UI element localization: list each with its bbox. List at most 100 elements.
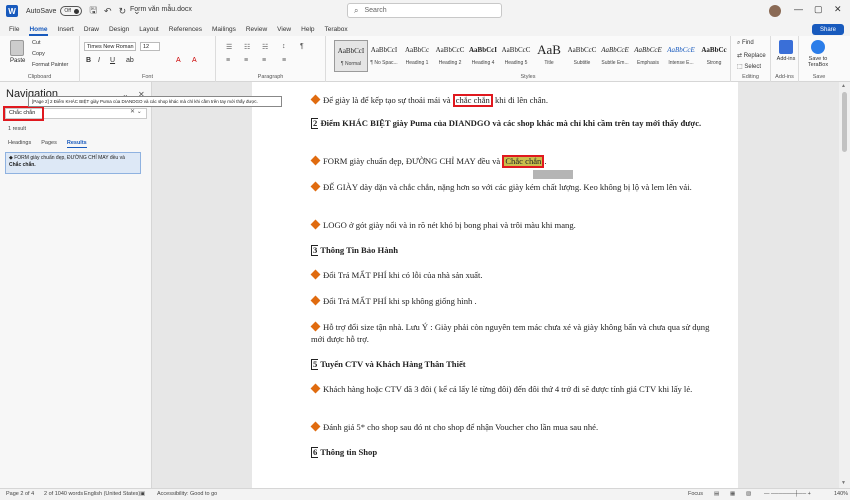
style-normal[interactable]: AaBbCcI ¶ Normal xyxy=(334,40,368,72)
tab-view[interactable]: View xyxy=(272,26,296,36)
tab-pages[interactable]: Pages xyxy=(41,140,57,148)
tab-review[interactable]: Review xyxy=(241,26,272,36)
minimize-icon[interactable]: — xyxy=(794,4,803,14)
autosave-toggle[interactable]: Off xyxy=(60,6,83,16)
font-color-button[interactable]: A xyxy=(176,57,181,64)
style-heading-5[interactable]: AaBbCcC Heading 5 xyxy=(499,40,533,72)
scrollbar-thumb[interactable] xyxy=(842,92,847,152)
multilevel-list-icon[interactable]: ☵ xyxy=(262,43,268,51)
word-count[interactable]: 2 of 1040 words xyxy=(44,491,83,497)
scroll-down-icon[interactable]: ▼ xyxy=(841,480,846,486)
redo-icon[interactable]: ↻ xyxy=(119,6,127,17)
tab-headings[interactable]: Headings xyxy=(8,140,31,148)
doc-paragraph: Hỗ trợ đổi size tận nhà. Lưu Ý : Giày ph… xyxy=(310,321,721,345)
editing-group-label: Editing xyxy=(742,74,759,80)
read-mode-icon[interactable]: ▤ xyxy=(714,491,719,497)
format-painter-button[interactable]: Format Painter xyxy=(32,62,68,68)
text-run: FORM giày chuẩn đẹp, ĐƯỜNG CHỈ MAY đều v… xyxy=(323,156,503,166)
find-button[interactable]: ⌕ Find xyxy=(737,40,754,47)
search-result-item[interactable]: ◆ FORM giày chuẩn đẹp, ĐƯỜNG CHỈ MAY đều… xyxy=(5,152,141,174)
style-strong[interactable]: AaBbCc Strong xyxy=(697,40,731,72)
numbering-icon[interactable]: ☷ xyxy=(244,43,250,51)
align-center-icon[interactable]: ≡ xyxy=(244,57,248,64)
tab-results[interactable]: Results xyxy=(66,140,87,148)
font-size-select[interactable]: 12 xyxy=(140,42,160,51)
zoom-level[interactable]: 140% xyxy=(834,491,848,497)
select-button[interactable]: ⬚ Select xyxy=(737,63,761,70)
style-heading-1[interactable]: AaBbCc Heading 1 xyxy=(400,40,434,72)
addins-button[interactable]: Add-ins xyxy=(771,40,801,62)
font-name-select[interactable]: Times New Roman xyxy=(84,42,136,51)
clear-search-icon[interactable]: ✕ ⌄ xyxy=(130,108,142,115)
proofing-icon[interactable]: ▣ xyxy=(140,491,145,497)
title-bar: W AutoSave Off 🖫 ↶ ↻ ⌄ Form văn mẫu.docx… xyxy=(0,0,850,22)
text-run: . xyxy=(544,156,547,166)
heading-text: Thông tin Shop xyxy=(318,447,378,457)
tab-layout[interactable]: Layout xyxy=(134,26,164,36)
web-layout-icon[interactable]: ▧ xyxy=(746,491,751,497)
show-marks-icon[interactable]: ¶ xyxy=(300,43,304,50)
doc-paragraph: Đánh giá 5* cho shop sau đó nt cho shop … xyxy=(310,421,721,433)
tab-design[interactable]: Design xyxy=(104,26,134,36)
zoom-slider[interactable]: — ──────┼── + xyxy=(764,491,811,497)
style-heading-4[interactable]: AaBbCcI Heading 4 xyxy=(466,40,500,72)
search-match-box: chắc chắn xyxy=(452,94,493,107)
paste-button[interactable]: Paste xyxy=(10,58,25,64)
undo-icon[interactable]: ↶ xyxy=(104,6,112,17)
style-subtle-emphasis[interactable]: AaBbCcE Subtle Em... xyxy=(598,40,632,72)
accessibility-status[interactable]: Accessibility: Good to go xyxy=(157,491,217,497)
text-run: Đổi Trả MẤT PHÍ khi sp không giống hình … xyxy=(323,296,477,306)
ribbon: Paste Cut Copy Format Painter Clipboard … xyxy=(0,36,850,82)
sort-icon[interactable]: ↕ xyxy=(282,43,286,50)
copy-button[interactable]: Copy xyxy=(32,51,45,57)
close-icon[interactable]: ✕ xyxy=(834,4,842,15)
print-layout-icon[interactable]: ▦ xyxy=(730,491,735,497)
align-right-icon[interactable]: ≡ xyxy=(262,57,266,64)
cut-button[interactable]: Cut xyxy=(32,40,41,46)
tab-references[interactable]: References xyxy=(164,26,207,36)
bold-button[interactable]: B xyxy=(86,57,91,64)
style-name: Heading 1 xyxy=(405,60,429,66)
result-tooltip: [Page 2] 2 Điểm KHÁC BIỆT giày Puma của … xyxy=(28,96,282,107)
style-emphasis[interactable]: AaBbCcE Emphasis xyxy=(631,40,665,72)
save-to-terabox-button[interactable]: Save to TeraBox xyxy=(803,40,833,68)
bullet-icon xyxy=(310,269,321,280)
align-left-icon[interactable]: ≡ xyxy=(226,57,230,64)
tab-home[interactable]: Home xyxy=(24,26,52,36)
style-name: Heading 2 xyxy=(438,60,462,66)
vertical-scrollbar[interactable]: ▲ ▼ xyxy=(839,82,850,488)
scroll-up-icon[interactable]: ▲ xyxy=(841,83,846,89)
replace-button[interactable]: ⇄ Replace xyxy=(737,52,766,59)
bullet-icon xyxy=(310,219,321,230)
highlight-color-button[interactable]: A xyxy=(192,57,197,64)
focus-button[interactable]: Focus xyxy=(688,491,703,497)
tab-insert[interactable]: Insert xyxy=(53,26,79,36)
style-intense-emphasis[interactable]: AaBbCcE Intense E... xyxy=(664,40,698,72)
avatar[interactable] xyxy=(769,5,781,17)
strikethrough-button[interactable]: ab xyxy=(126,57,134,64)
tab-draw[interactable]: Draw xyxy=(79,26,104,36)
style-subtitle[interactable]: AaBbCcC Subtitle xyxy=(565,40,599,72)
share-button[interactable]: Share xyxy=(812,24,844,35)
search-input[interactable]: ⌕ Search xyxy=(347,3,502,18)
tab-file[interactable]: File xyxy=(4,26,24,36)
italic-button[interactable]: I xyxy=(98,57,100,64)
tab-help[interactable]: Help xyxy=(296,26,319,36)
maximize-icon[interactable]: ▢ xyxy=(814,4,823,15)
search-highlight-box xyxy=(3,106,44,121)
language-indicator[interactable]: English (United States) xyxy=(84,491,140,497)
bullet-icon xyxy=(310,181,321,192)
style-heading-2[interactable]: AaBbCcC Heading 2 xyxy=(433,40,467,72)
style-no-spacing[interactable]: AaBbCcI ¶ No Spac... xyxy=(367,40,401,72)
save-icon[interactable]: 🖫 xyxy=(89,3,97,19)
justify-icon[interactable]: ≡ xyxy=(282,57,286,64)
page-count[interactable]: Page 2 of 4 xyxy=(6,491,34,497)
tab-mailings[interactable]: Mailings xyxy=(207,26,241,36)
styles-group: AaBbCcI ¶ Normal AaBbCcI ¶ No Spac... AaBb… xyxy=(326,36,731,82)
style-title[interactable]: AaB Title xyxy=(532,40,566,72)
find-label: Find xyxy=(742,40,754,46)
underline-button[interactable]: U xyxy=(110,57,115,64)
bullets-icon[interactable]: ☰ xyxy=(226,43,232,51)
tab-terabox[interactable]: Terabox xyxy=(320,26,353,36)
paste-icon[interactable] xyxy=(10,40,24,56)
